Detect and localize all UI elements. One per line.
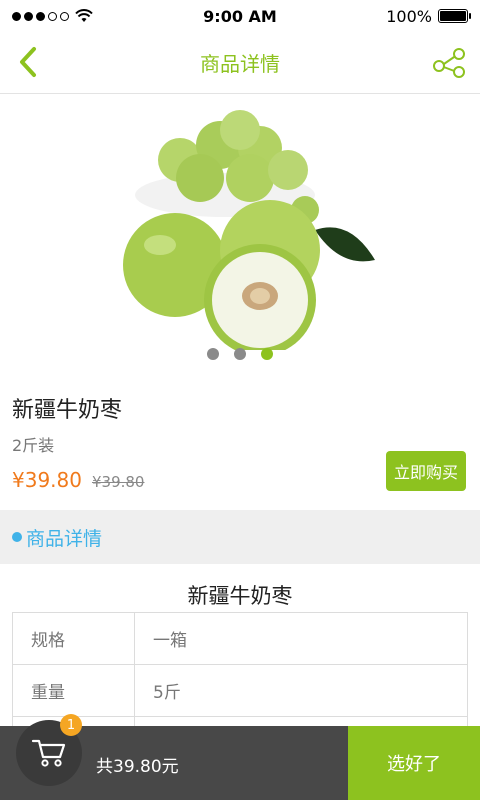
battery-icon [438,9,471,23]
cart-bar: 1 共39.80元 选好了 [0,714,480,800]
green-jujube-fruit-image [123,110,375,350]
status-left [12,9,93,23]
carousel-dot[interactable] [207,348,219,360]
back-button[interactable] [10,44,46,80]
cart-count-badge: 1 [60,714,82,736]
detail-title: 新疆牛奶枣 [187,584,293,608]
table-row: 规格 一箱 [12,612,468,665]
share-button[interactable] [430,44,468,82]
page-title: 商品详情 [200,52,280,76]
section-header: 商品详情 [0,510,480,564]
share-icon [433,48,465,78]
battery-percent: 100% [386,6,432,26]
wifi-icon [75,9,93,22]
cart-total: 共39.80元 [96,757,179,777]
product-image-carousel[interactable] [0,95,480,370]
chevron-left-icon [20,47,36,77]
status-bar: 9:00 AM 100% [0,0,480,32]
checkout-button[interactable]: 选好了 [348,726,480,800]
signal-icon [12,11,69,21]
spec-value: 5斤 [134,664,468,717]
product-info: 新疆牛奶枣 2斤装 ¥39.80 ¥39.80 立即购买 [0,370,480,510]
carousel-dots [0,348,480,360]
product-name: 新疆牛奶枣 [12,398,123,423]
spec-key: 规格 [12,612,135,665]
nav-bar: 商品详情 [0,32,480,94]
carousel-dot-active[interactable] [261,348,273,360]
section-title: 商品详情 [26,527,103,550]
spec-key: 重量 [12,664,135,717]
current-price: ¥39.80 [12,468,82,492]
spec-value: 一箱 [134,612,468,665]
status-right: 100% [386,6,471,26]
section-bullet-icon [12,532,22,542]
cart-icon [31,739,66,767]
carousel-dot[interactable] [234,348,246,360]
table-row: 重量 5斤 [12,664,468,717]
buy-now-button[interactable]: 立即购买 [386,451,466,491]
price-row: ¥39.80 ¥39.80 [12,468,144,492]
original-price: ¥39.80 [91,473,145,491]
product-spec: 2斤装 [12,436,55,455]
